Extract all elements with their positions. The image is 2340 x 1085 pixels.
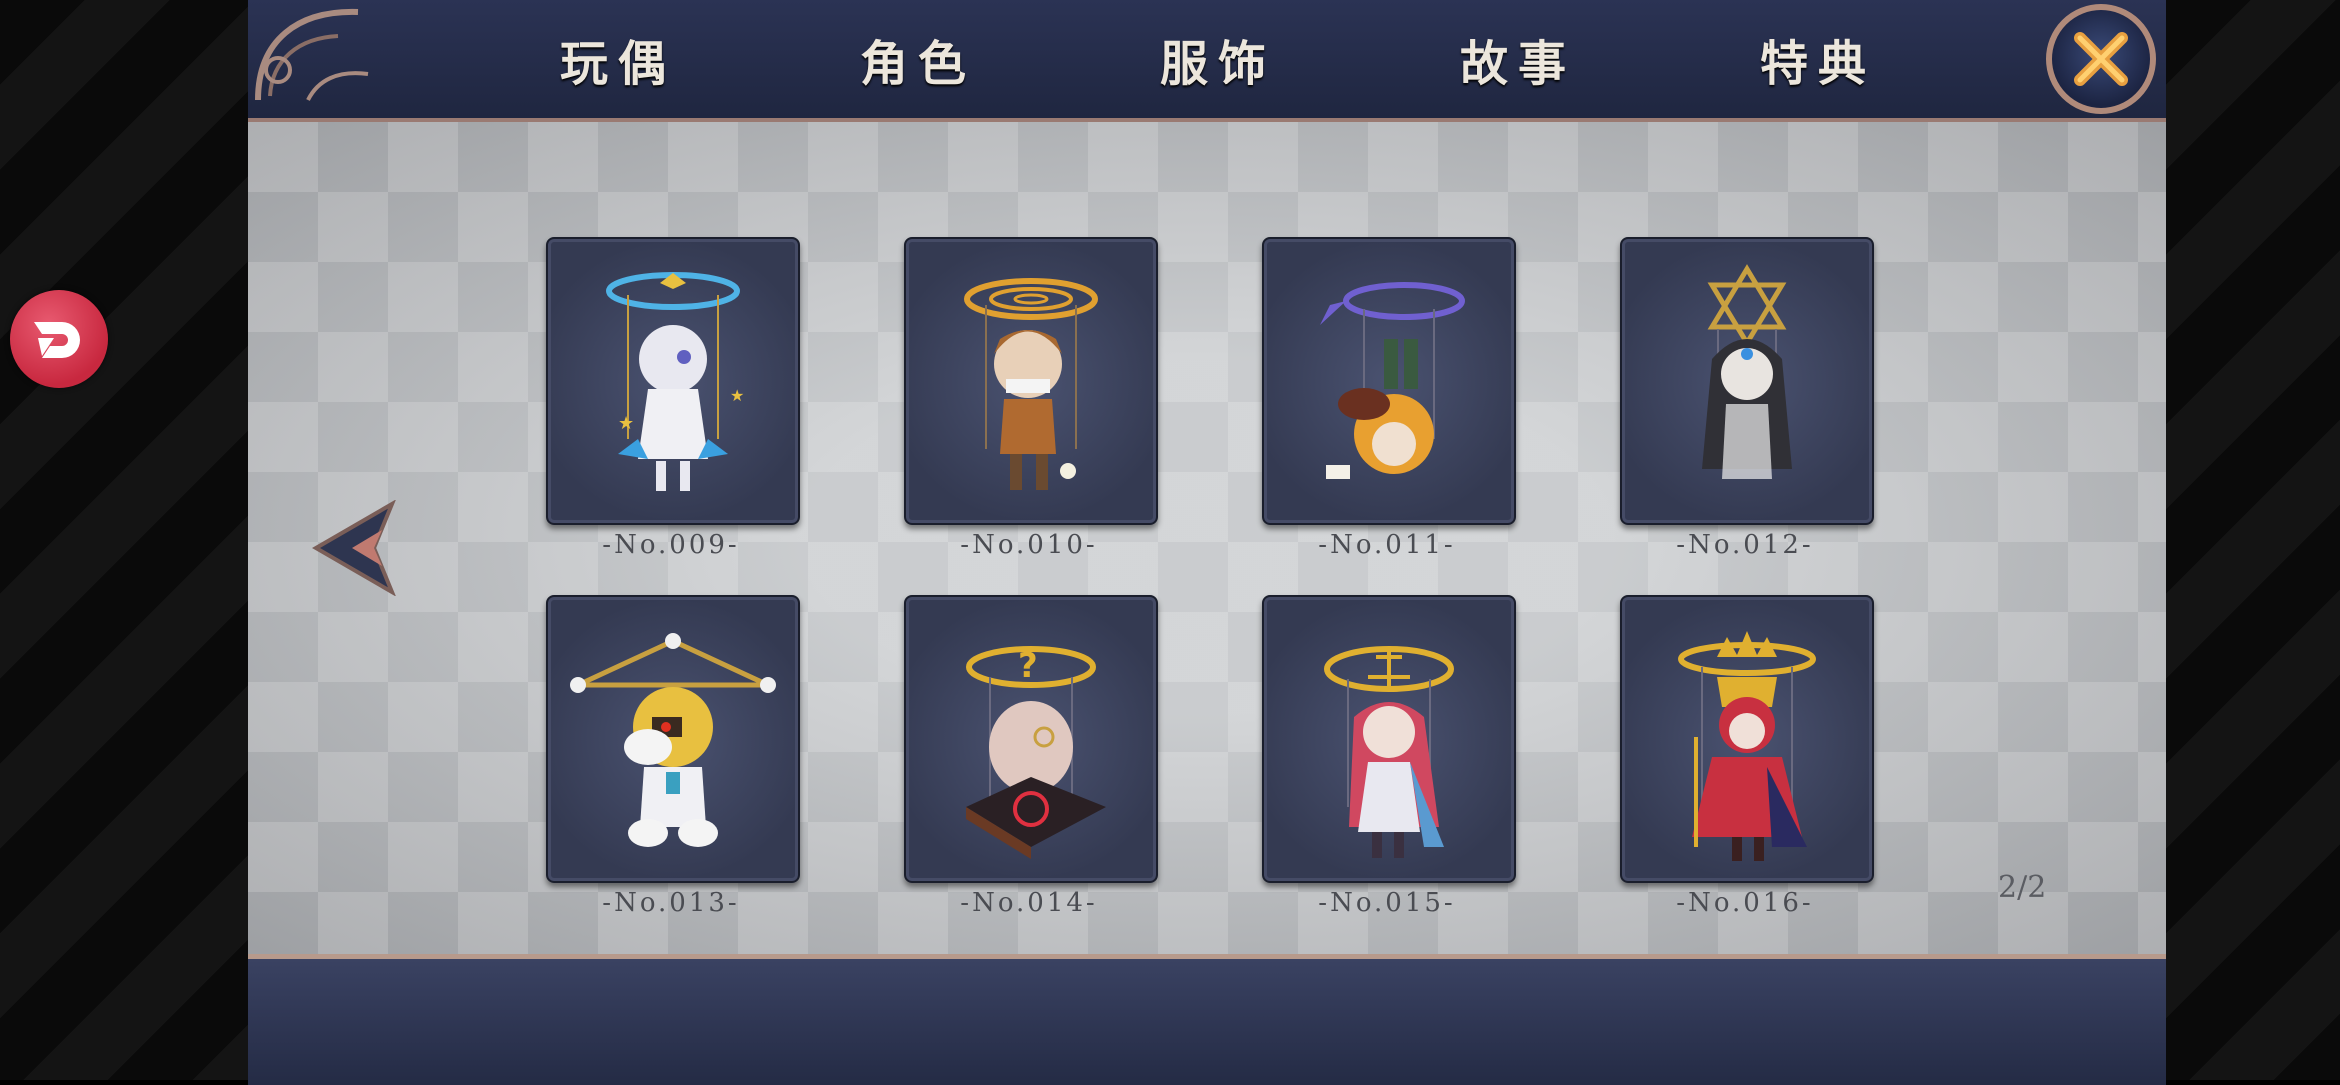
top-navigation-bar: 玩偶 角色 服饰 故事 特典 [248,0,2166,122]
chevron-left-icon[interactable] [312,500,402,596]
doll-figure-image [570,633,776,847]
doll-card-009[interactable]: ★ ★ [546,237,800,525]
bottom-panel [248,954,2166,1085]
tab-dolls[interactable]: 玩偶 [468,0,768,118]
doll-figure-image: ? [966,646,1106,859]
doll-label-011: -No.011- [1318,530,1456,560]
collection-window: 玩偶 角色 服饰 故事 特典 ★ ★ -No.009- -No.010- -No… [248,0,2166,1085]
doll-label-010: -No.010- [960,530,1098,560]
doll-figure-image [1678,631,1816,861]
tab-characters[interactable]: 角色 [768,0,1068,118]
doll-figure-image [1324,646,1454,858]
doll-label-012: -No.012- [1676,530,1814,560]
page-indicator: 2/2 [1998,870,2047,905]
doll-figure-image [1702,264,1792,479]
svg-text:?: ? [1018,646,1038,686]
doll-figure-image: ★ ★ [606,272,744,491]
doll-label-016: -No.016- [1676,888,1814,918]
doll-label-015: -No.015- [1318,888,1456,918]
doll-label-013: -No.013- [602,888,740,918]
doll-label-009: -No.009- [602,530,740,560]
doll-card-016[interactable] [1620,595,1874,883]
doll-card-012[interactable] [1620,237,1874,525]
doll-card-015[interactable] [1262,595,1516,883]
doll-card-013[interactable] [546,595,800,883]
tab-bonus[interactable]: 特典 [1668,0,1968,118]
doll-figure-image [1320,282,1465,479]
doll-label-014: -No.014- [960,888,1098,918]
svg-text:★: ★ [618,413,634,434]
svg-text:★: ★ [730,386,744,405]
close-button[interactable] [2046,4,2156,114]
close-x-icon [2074,32,2128,86]
doll-figure-image [964,278,1098,490]
right-letterbox [2166,0,2340,1080]
doll-grid-panel: ★ ★ -No.009- -No.010- -No.011- -No.012- … [248,122,2166,954]
doll-card-011[interactable] [1262,237,1516,525]
tab-costumes[interactable]: 服饰 [1068,0,1368,118]
tab-stories[interactable]: 故事 [1368,0,1668,118]
tab-bar: 玩偶 角色 服饰 故事 特典 [468,0,1968,118]
doll-card-014[interactable]: ? [904,595,1158,883]
left-letterbox [0,0,248,1080]
overlay-logo-icon[interactable] [10,290,108,388]
doll-card-010[interactable] [904,237,1158,525]
corner-ornament-icon [255,8,369,101]
